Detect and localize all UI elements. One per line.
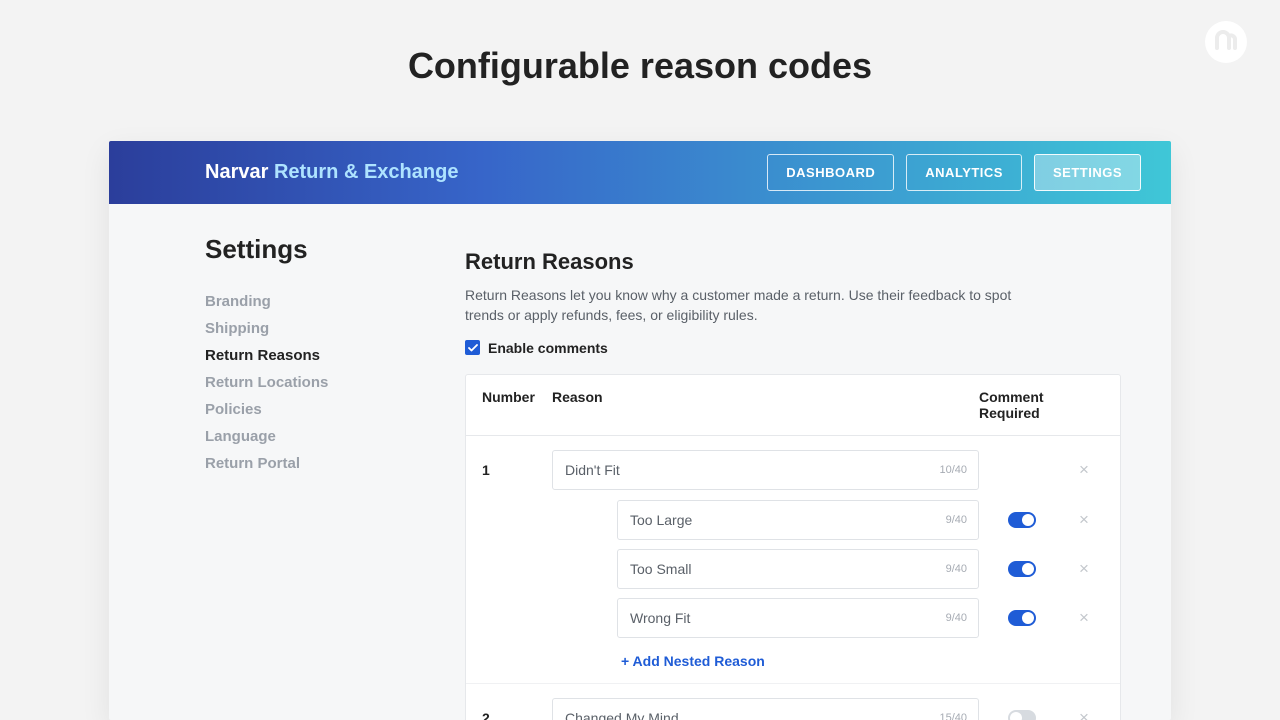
- nested-rows: 9/40 × 9/40 ×: [482, 500, 1104, 638]
- section-description: Return Reasons let you know why a custom…: [465, 285, 1025, 326]
- sidebar-item-branding[interactable]: Branding: [205, 293, 465, 310]
- reason-number: 1: [482, 462, 552, 478]
- enable-comments-checkbox[interactable]: [465, 340, 480, 355]
- nested-reason-row: 9/40 ×: [482, 549, 1104, 589]
- col-number: Number: [482, 389, 552, 421]
- nested-reason-row: 9/40 ×: [482, 598, 1104, 638]
- sidebar-item-return-reasons[interactable]: Return Reasons: [205, 347, 465, 364]
- app-window: Narvar Return & Exchange DASHBOARD ANALY…: [109, 141, 1171, 720]
- reasons-table: Number Reason Comment Required 1 10/40: [465, 374, 1121, 720]
- enable-comments-label: Enable comments: [488, 340, 608, 356]
- nested-reason-row: 9/40 ×: [482, 500, 1104, 540]
- nested-reason-input[interactable]: [617, 598, 979, 638]
- sidebar-item-return-locations[interactable]: Return Locations: [205, 374, 465, 391]
- sidebar-item-policies[interactable]: Policies: [205, 401, 465, 418]
- reason-block: 2 15/40 ×: [466, 684, 1120, 720]
- main-content: Return Reasons Return Reasons let you kn…: [465, 234, 1171, 720]
- reason-row: 1 10/40 ×: [482, 450, 1104, 490]
- tab-dashboard[interactable]: DASHBOARD: [767, 154, 894, 191]
- comment-required-toggle[interactable]: [1008, 561, 1036, 577]
- reason-row: 2 15/40 ×: [482, 698, 1104, 720]
- delete-nested-icon[interactable]: ×: [1064, 559, 1104, 579]
- char-counter: 15/40: [939, 712, 967, 720]
- reason-input[interactable]: [552, 450, 979, 490]
- page-title: Configurable reason codes: [0, 0, 1280, 87]
- app-header: Narvar Return & Exchange DASHBOARD ANALY…: [109, 141, 1171, 204]
- sidebar-item-return-portal[interactable]: Return Portal: [205, 455, 465, 472]
- tab-settings[interactable]: SETTINGS: [1034, 154, 1141, 191]
- col-comment-required: Comment Required: [979, 389, 1064, 421]
- tab-analytics[interactable]: ANALYTICS: [906, 154, 1022, 191]
- char-counter: 9/40: [946, 514, 967, 526]
- char-counter: 9/40: [946, 563, 967, 575]
- reason-input[interactable]: [552, 698, 979, 720]
- comment-required-toggle[interactable]: [1008, 610, 1036, 626]
- nav-tabs: DASHBOARD ANALYTICS SETTINGS: [767, 154, 1141, 191]
- reason-block: 1 10/40 × 9/40: [466, 436, 1120, 684]
- comment-required-toggle[interactable]: [1008, 710, 1036, 720]
- comment-required-toggle[interactable]: [1008, 512, 1036, 528]
- narvar-logo-icon: [1202, 18, 1250, 66]
- brand-secondary: Return & Exchange: [274, 161, 458, 183]
- delete-reason-icon[interactable]: ×: [1064, 708, 1104, 720]
- add-nested-reason-button[interactable]: + Add Nested Reason: [617, 647, 1104, 673]
- nested-reason-input[interactable]: [617, 549, 979, 589]
- app-body: Settings Branding Shipping Return Reason…: [109, 204, 1171, 720]
- table-header: Number Reason Comment Required: [466, 375, 1120, 436]
- reason-input-wrap: 10/40: [552, 450, 979, 490]
- delete-nested-icon[interactable]: ×: [1064, 510, 1104, 530]
- enable-comments-row: Enable comments: [465, 340, 1121, 356]
- col-reason: Reason: [552, 389, 979, 421]
- brand: Narvar Return & Exchange: [205, 161, 458, 184]
- nested-reason-input[interactable]: [617, 500, 979, 540]
- section-title: Return Reasons: [465, 249, 1121, 275]
- delete-nested-icon[interactable]: ×: [1064, 608, 1104, 628]
- brand-primary: Narvar: [205, 161, 268, 183]
- char-counter: 9/40: [946, 612, 967, 624]
- char-counter: 10/40: [939, 464, 967, 476]
- sidebar-item-shipping[interactable]: Shipping: [205, 320, 465, 337]
- reason-number: 2: [482, 710, 552, 720]
- sidebar-item-language[interactable]: Language: [205, 428, 465, 445]
- sidebar-title: Settings: [205, 234, 465, 265]
- delete-reason-icon[interactable]: ×: [1064, 460, 1104, 480]
- sidebar: Settings Branding Shipping Return Reason…: [205, 234, 465, 720]
